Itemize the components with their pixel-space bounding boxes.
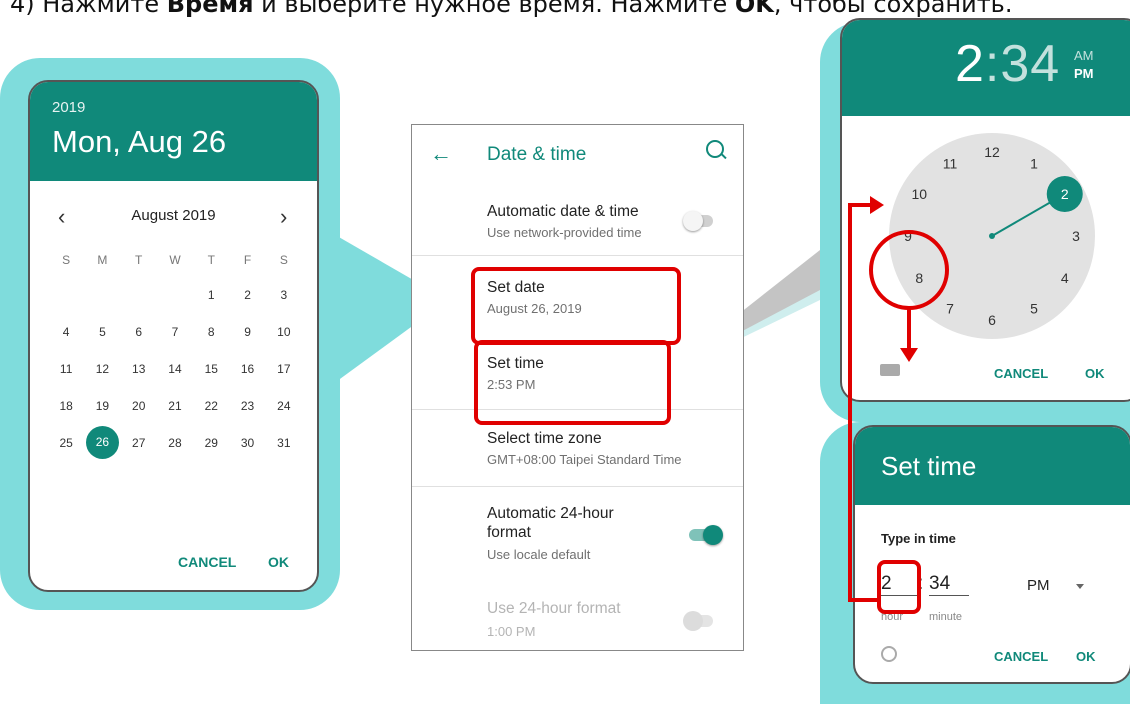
right-arrow-icon — [870, 196, 884, 214]
hour-input-highlight — [877, 560, 921, 614]
down-arrow-icon — [900, 348, 918, 362]
annotation-overlay — [848, 196, 949, 614]
hour-8-highlight — [869, 230, 949, 310]
